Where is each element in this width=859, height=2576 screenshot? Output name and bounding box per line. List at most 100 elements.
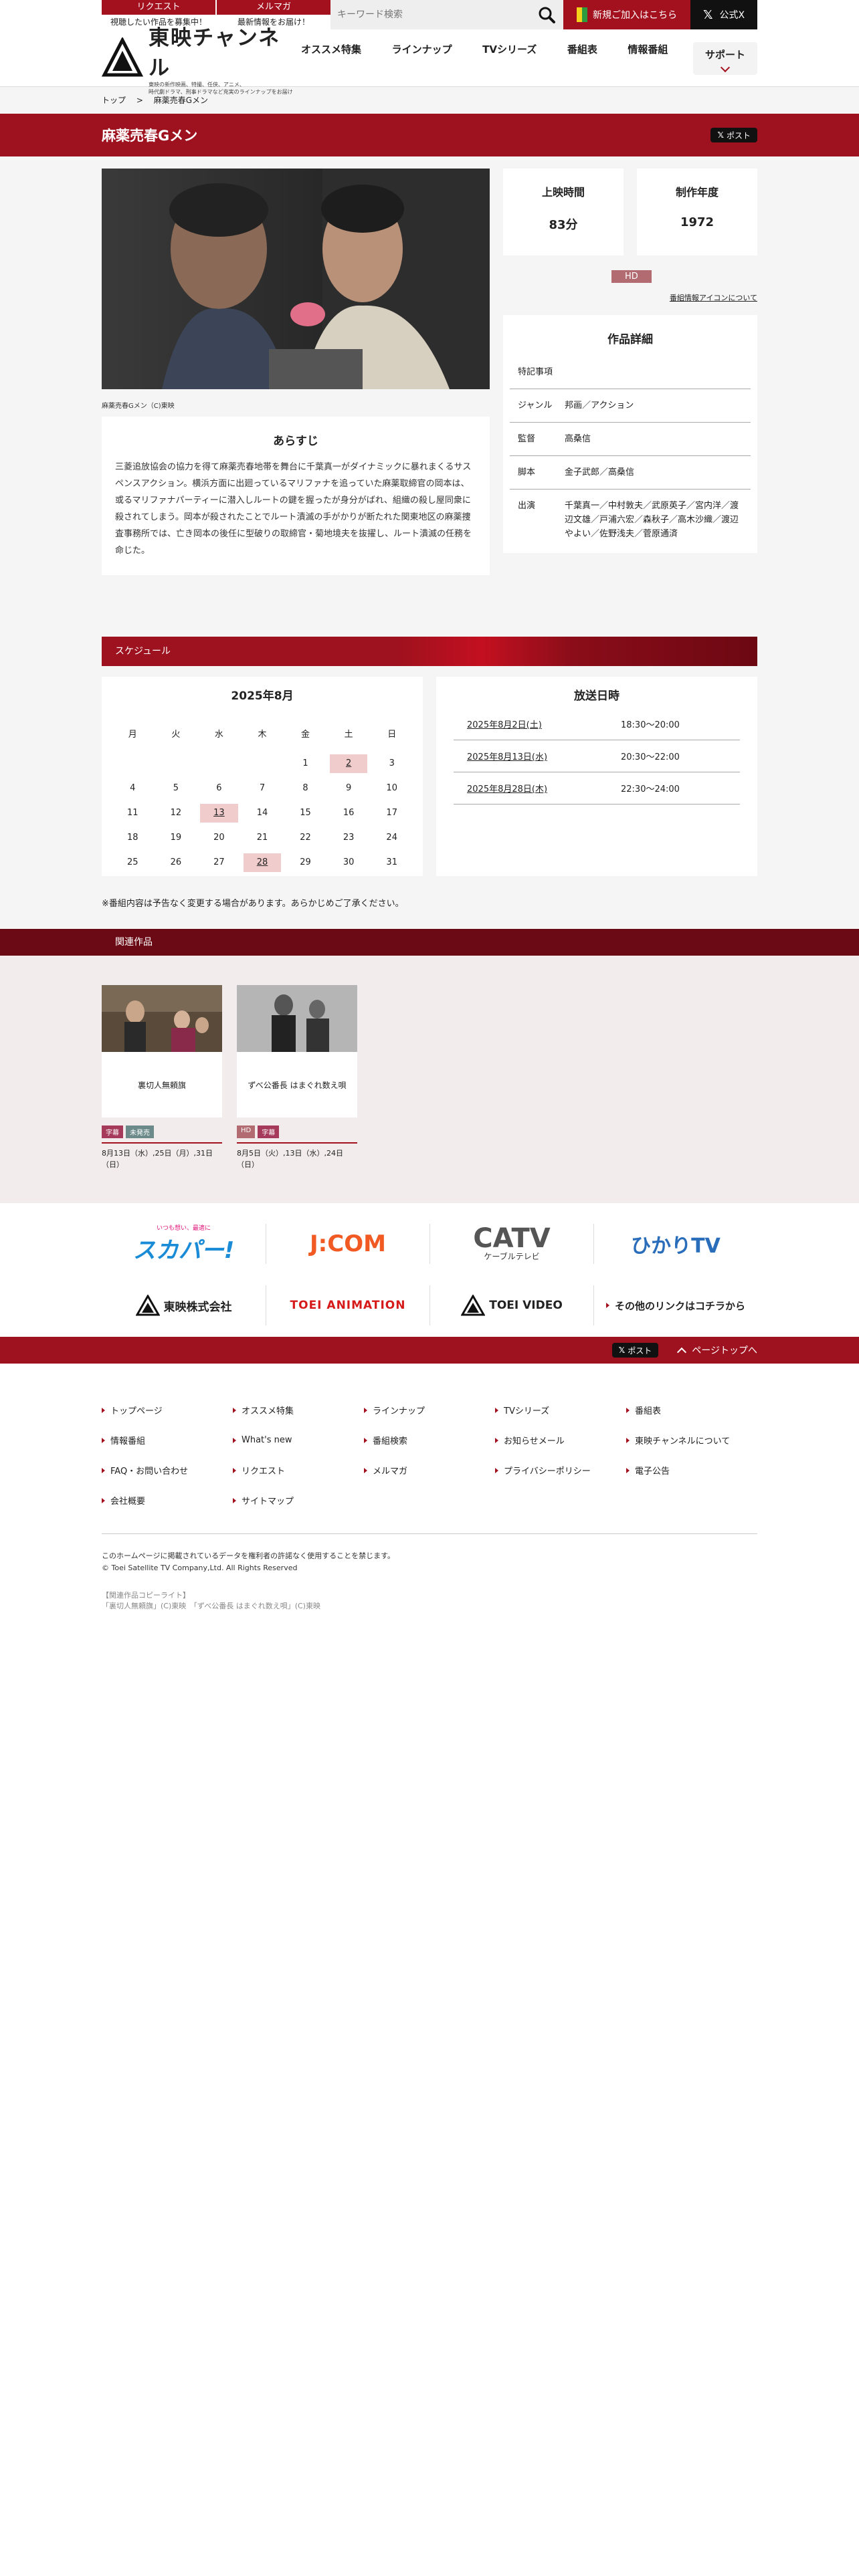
breadcrumb-home[interactable]: トップ xyxy=(102,96,126,105)
toei-triangle-icon xyxy=(135,1295,160,1316)
footer-links: トップページ オススメ特集 ラインナップ TVシリーズ 番組表情報番組 What's ne… xyxy=(102,1404,757,1507)
search-input[interactable] xyxy=(337,9,537,20)
footer-link[interactable]: サイトマップ xyxy=(233,1494,364,1507)
footer-link-label: 番組検索 xyxy=(373,1436,408,1446)
calendar-weekday: 火 xyxy=(171,730,181,740)
toei-company-link[interactable]: 東映株式会社 xyxy=(102,1285,266,1325)
calendar-day: 5 xyxy=(173,783,179,793)
toei-video-link[interactable]: TOEI VIDEO xyxy=(430,1285,593,1325)
year-value: 1972 xyxy=(680,215,714,229)
unreleased-tag: 未発売 xyxy=(126,1125,154,1138)
x-post-button[interactable]: 𝕏 ポスト xyxy=(611,1343,659,1358)
nav-program-guide[interactable]: 番組表 xyxy=(562,42,603,75)
footer-link[interactable]: 番組表 xyxy=(626,1404,757,1416)
copyright-line: © Toei Satellite TV Company,Ltd. All Rig… xyxy=(102,1564,298,1572)
details-heading: 作品詳細 xyxy=(607,333,653,346)
icon-info-link[interactable]: 番組情報アイコンについて xyxy=(503,292,757,303)
footer-link-label: 電子公告 xyxy=(635,1467,670,1477)
schedule-section: スケジュール 2025年8月 月火水木金土日 1 2 3 4 5 6 7 8 9 10 11 12 13 1… xyxy=(0,625,859,929)
footer-link[interactable]: 東映チャンネルについて xyxy=(626,1434,757,1446)
other-links[interactable]: その他のリンクはコチラから xyxy=(593,1285,757,1325)
calendar-day: 24 xyxy=(386,833,397,843)
page-title: 麻薬売春Gメン xyxy=(102,128,198,144)
runtime-value: 83分 xyxy=(549,218,578,232)
calendar-day-airing[interactable]: 28 xyxy=(243,853,282,872)
page-top-link[interactable]: ページトップへ xyxy=(677,1344,757,1357)
site-logo[interactable]: 東映チャンネル 東映の新作映画、特撮、任侠、アニメ、 時代劇ドラマ、刑事ドラマな… xyxy=(101,21,296,96)
search-box xyxy=(330,0,563,29)
skyperfect-link[interactable]: いつも想い、最適に スカパー! xyxy=(102,1224,266,1264)
footer-link[interactable]: お知らせメール xyxy=(495,1434,626,1446)
copyright-notice: このホームページに掲載されているデータを権利者の許諾なく使用することを禁じます。 xyxy=(102,1551,395,1560)
arrow-right-icon xyxy=(495,1437,498,1443)
schedule-bar: スケジュール xyxy=(102,637,757,666)
footer-link[interactable]: トップページ xyxy=(102,1404,233,1416)
footer-link-label: FAQ・お問い合わせ xyxy=(110,1467,189,1477)
detail-key: 特記事項 xyxy=(518,367,553,377)
arrow-right-icon xyxy=(102,1437,105,1443)
related-card[interactable]: ずべ公番長 はまぐれ数え唄 HD 字幕 8月5日（火）,13日（水）,24日（日… xyxy=(237,985,357,1170)
nav-lineup[interactable]: ラインナップ xyxy=(387,42,458,75)
calendar-weekday: 月 xyxy=(128,730,137,740)
footer-link-label: オススメ特集 xyxy=(242,1406,294,1416)
arrow-right-icon xyxy=(626,1437,630,1443)
x-post-button[interactable]: 𝕏 ポスト xyxy=(710,128,757,142)
air-date-link[interactable]: 2025年8月2日(土) xyxy=(467,718,621,730)
footer-link[interactable]: 情報番組 xyxy=(102,1434,233,1446)
catv-link[interactable]: CATV ケーブルテレビ xyxy=(430,1224,593,1264)
site-header: 東映チャンネル 東映の新作映画、特撮、任侠、アニメ、 時代劇ドラマ、刑事ドラマな… xyxy=(0,26,859,95)
nav-info-programs[interactable]: 情報番組 xyxy=(622,42,673,75)
x-post-label: ポスト xyxy=(726,130,751,140)
calendar-day: 9 xyxy=(345,783,352,793)
nav-support-label: サポート xyxy=(704,48,745,61)
schedule-calendar: 2025年8月 月火水木金土日 1 2 3 4 5 6 7 8 9 10 11 12 13 14 15 16 17… xyxy=(102,677,423,876)
arrow-right-icon xyxy=(364,1437,367,1443)
footer-link-label: トップページ xyxy=(110,1406,163,1416)
footer-link-label: メルマガ xyxy=(373,1467,408,1477)
footer-link[interactable]: メルマガ xyxy=(364,1464,495,1477)
calendar-day: 30 xyxy=(343,857,355,867)
beginner-mark-icon xyxy=(577,7,587,22)
hd-tag: HD xyxy=(237,1125,256,1138)
air-date-link[interactable]: 2025年8月28日(木) xyxy=(467,782,621,794)
footer-link[interactable]: ラインナップ xyxy=(364,1404,495,1416)
arrow-right-icon xyxy=(364,1467,367,1473)
footer-link-label: お知らせメール xyxy=(504,1436,565,1446)
toei-animation-link[interactable]: TOEI ANIMATION xyxy=(266,1285,430,1325)
calendar-day: 10 xyxy=(386,783,397,793)
official-x-button[interactable]: 𝕏 公式X xyxy=(690,0,757,29)
jcom-link[interactable]: J:COM xyxy=(266,1224,430,1264)
footer-link[interactable]: 番組検索 xyxy=(364,1434,495,1446)
nav-tv-series[interactable]: TVシリーズ xyxy=(477,42,542,75)
nav-recommended[interactable]: オススメ特集 xyxy=(296,42,367,75)
footer-link[interactable]: 会社概要 xyxy=(102,1494,233,1507)
detail-key: 監督 xyxy=(518,434,536,444)
hikaritv-link[interactable]: ひかりTV xyxy=(593,1224,757,1264)
arrow-right-icon xyxy=(626,1467,630,1473)
related-bar-label: 関連作品 xyxy=(115,937,153,948)
jcom-logo: J:COM xyxy=(310,1230,386,1257)
calendar-grid: 月火水木金土日 1 2 3 4 5 6 7 8 9 10 11 12 13 14 15 16 17 18 19 20 21… xyxy=(111,722,413,872)
footer-link[interactable]: FAQ・お問い合わせ xyxy=(102,1464,233,1477)
detail-key: 脚本 xyxy=(518,467,536,477)
air-date-link[interactable]: 2025年8月13日(水) xyxy=(467,750,621,762)
detail-row-screenplay: 脚本 金子武郎／高桑信 xyxy=(510,456,751,490)
calendar-day: 23 xyxy=(343,833,355,843)
footer-link[interactable]: プライバシーポリシー xyxy=(495,1464,626,1477)
calendar-day-airing[interactable]: 2 xyxy=(329,754,368,773)
related-card[interactable]: 裏切人無頼旗 字幕 未発売 8月13日（水）,25日（月）,31日（日） xyxy=(102,985,222,1170)
program-main: 麻薬売春Gメン（C)東映 あらすじ 三菱追放協会の協力を得て麻薬売春地帯を舞台に… xyxy=(0,156,859,625)
nav-support[interactable]: サポート xyxy=(692,41,757,75)
footer-link[interactable]: TVシリーズ xyxy=(495,1404,626,1416)
calendar-day: 27 xyxy=(213,857,225,867)
related-rights-heading: 【関連作品コピーライト】 xyxy=(102,1591,190,1600)
detail-row-notes: 特記事項 xyxy=(510,356,751,389)
footer-link[interactable]: 電子公告 xyxy=(626,1464,757,1477)
calendar-day-airing[interactable]: 13 xyxy=(200,804,238,823)
join-button[interactable]: 新規ご加入はこちら xyxy=(563,0,690,29)
search-icon[interactable] xyxy=(537,5,557,25)
footer-link[interactable]: オススメ特集 xyxy=(233,1404,364,1416)
footer-link[interactable]: What's new xyxy=(233,1434,364,1446)
footer-link[interactable]: リクエスト xyxy=(233,1464,364,1477)
footer-link-label: サイトマップ xyxy=(242,1497,294,1507)
